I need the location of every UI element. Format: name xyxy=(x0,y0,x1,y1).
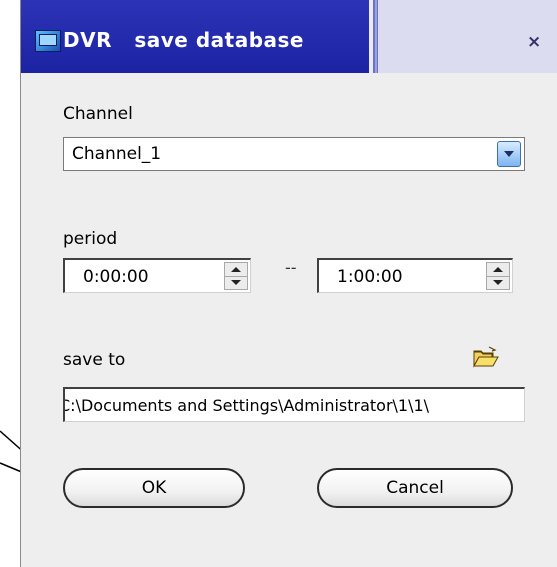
title-bar[interactable]: DVR save database × xyxy=(21,0,557,73)
save-path-value: C:\Documents and Settings\Administrator\… xyxy=(63,396,430,415)
ok-button[interactable]: OK xyxy=(63,468,245,508)
period-start-field[interactable]: 0:00:00 xyxy=(63,258,251,293)
period-end-spinner[interactable] xyxy=(486,262,510,290)
spin-up-icon[interactable] xyxy=(487,263,509,277)
period-separator: -- xyxy=(285,258,297,277)
spin-up-icon[interactable] xyxy=(225,263,247,277)
period-end-value: 1:00:00 xyxy=(337,267,403,287)
spin-down-icon[interactable] xyxy=(225,276,247,289)
save-database-dialog: DVR save database × Channel Channel_1 pe… xyxy=(20,0,557,567)
title-bar-divider xyxy=(369,0,373,73)
dropdown-arrow-icon[interactable] xyxy=(497,141,521,167)
close-button[interactable]: × xyxy=(527,32,541,52)
period-end-field[interactable]: 1:00:00 xyxy=(317,258,513,293)
title-bar-divider-shadow xyxy=(375,0,377,73)
period-label: period xyxy=(63,229,118,249)
save-to-label: save to xyxy=(63,350,126,370)
channel-select[interactable]: Channel_1 xyxy=(63,137,525,171)
save-path-input[interactable]: C:\Documents and Settings\Administrator\… xyxy=(63,387,525,422)
channel-select-value: Channel_1 xyxy=(72,144,162,164)
cancel-button[interactable]: Cancel xyxy=(317,468,513,508)
period-start-value: 0:00:00 xyxy=(83,267,149,287)
period-start-spinner[interactable] xyxy=(224,262,248,290)
open-folder-icon[interactable] xyxy=(473,346,499,368)
dvr-app-icon xyxy=(35,30,61,52)
window-title: DVR save database xyxy=(63,28,304,52)
spin-down-icon[interactable] xyxy=(487,276,509,289)
channel-label: Channel xyxy=(63,104,133,124)
